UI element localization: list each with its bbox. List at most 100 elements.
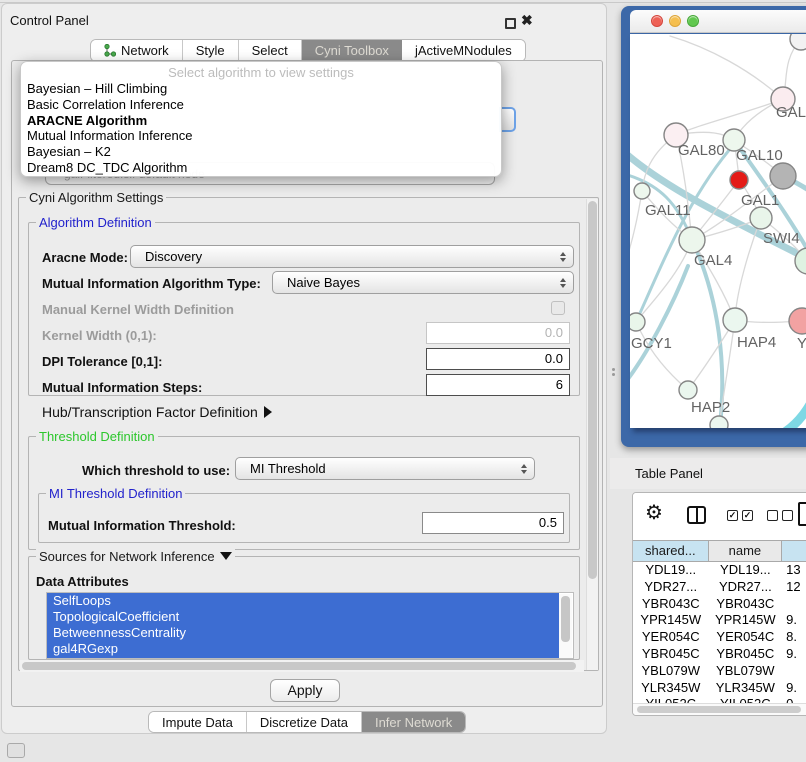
table-row[interactable]: YIL052CYIL052C0. (633, 696, 806, 703)
close-icon[interactable]: ✖ (521, 12, 533, 29)
tab-label: jActiveMNodules (415, 43, 512, 58)
gear-icon[interactable]: ⚙ (645, 503, 663, 523)
column-header-shared-[interactable]: shared... (633, 541, 709, 561)
mi-type-combo[interactable]: Naive Bayes (272, 271, 574, 294)
algorithm-option[interactable]: Mutual Information Inference (21, 128, 501, 144)
network-node-node-pink-right[interactable] (789, 308, 806, 334)
hub-definition-toggle[interactable]: Hub/Transcription Factor Definition (42, 404, 272, 420)
sources-group-title[interactable]: Sources for Network Inference (36, 549, 235, 564)
settings-vertical-scrollbar-thumb[interactable] (588, 201, 597, 579)
network-canvas[interactable]: GALGAL80GAL10GAL11GAL1SWI4GAL4GCY1HAP4YH… (630, 34, 806, 428)
table-scrollbar-thumb[interactable] (637, 706, 801, 713)
panel-divider-handle[interactable] (612, 366, 616, 378)
node-label-gal4: GAL4 (694, 252, 732, 269)
panel-title: Control Panel (10, 13, 89, 28)
network-edge[interactable] (670, 36, 783, 99)
select-all-icon[interactable]: ✓✓ (727, 510, 753, 521)
tab-network[interactable]: Network (91, 40, 183, 61)
tab-discretize-data[interactable]: Discretize Data (247, 712, 362, 732)
tab-style[interactable]: Style (183, 40, 239, 61)
mi-threshold-label: Mutual Information Threshold: (48, 518, 236, 533)
network-window-titlebar[interactable] (630, 10, 806, 33)
table-row[interactable]: YPR145WYPR145W9. (633, 612, 806, 629)
kernel-width-field[interactable]: 0.0 (426, 322, 570, 344)
network-node-gal11[interactable] (634, 183, 650, 199)
tab-cyni-toolbox[interactable]: Cyni Toolbox (302, 40, 402, 61)
table-cell (782, 663, 806, 680)
algorithm-option[interactable]: ARACNE Algorithm (21, 113, 501, 129)
which-threshold-combo[interactable]: MI Threshold (235, 457, 535, 480)
mi-steps-field[interactable]: 6 (426, 374, 570, 396)
algorithm-option[interactable]: Bayesian – K2 (21, 144, 501, 160)
window-zoom-icon[interactable] (687, 15, 699, 27)
window-close-icon[interactable] (651, 15, 663, 27)
settings-horizontal-scrollbar[interactable] (20, 660, 584, 672)
network-node-hap4[interactable] (723, 308, 747, 332)
node-label-gal: GAL (776, 104, 806, 121)
deselect-all-icon[interactable] (767, 510, 793, 521)
network-node-hap2[interactable] (679, 381, 697, 399)
network-graph: GALGAL80GAL10GAL11GAL1SWI4GAL4GCY1HAP4YH… (630, 34, 806, 428)
table-toolbar: ⚙ ✓✓ (633, 493, 806, 540)
attributes-scrollbar[interactable] (559, 594, 572, 658)
table-row[interactable]: YDL19...YDL19...13 (633, 562, 806, 579)
table-cell: YLR345W (709, 680, 783, 697)
panel-grip-icon[interactable] (7, 743, 25, 758)
export-table-icon[interactable] (798, 502, 806, 526)
column-header-cut[interactable] (782, 541, 806, 561)
node-label-gal10: GAL10 (736, 147, 783, 164)
node-label-hap2: HAP2 (691, 399, 730, 416)
mi-threshold-field[interactable]: 0.5 (422, 512, 564, 534)
table-horizontal-scrollbar[interactable] (633, 703, 806, 715)
tab-label: Select (252, 43, 288, 58)
algorithm-option[interactable]: Bayesian – Hill Climbing (21, 81, 501, 97)
expand-right-icon (264, 406, 272, 418)
network-node-gal1[interactable] (750, 207, 772, 229)
network-node-node-gray[interactable] (770, 163, 796, 189)
table-row[interactable]: YDR27...YDR27...12 (633, 579, 806, 596)
table-row[interactable]: YLR345WYLR345W9. (633, 680, 806, 697)
column-header-name[interactable]: name (709, 541, 783, 561)
network-edge[interactable] (778, 382, 806, 428)
apply-button[interactable]: Apply (270, 679, 340, 702)
mi-type-label: Mutual Information Algorithm Type: (42, 276, 261, 291)
network-node-node-red[interactable] (730, 171, 748, 189)
network-node-node-bottom[interactable] (710, 416, 728, 428)
window-minimize-icon[interactable] (669, 15, 681, 27)
attribute-item[interactable]: SelfLoops (47, 593, 559, 609)
tab-select[interactable]: Select (239, 40, 302, 61)
table-row[interactable]: YBR045CYBR045C9. (633, 646, 806, 663)
columns-icon[interactable] (687, 506, 706, 524)
which-threshold-value: MI Threshold (236, 461, 518, 476)
manual-kernel-checkbox[interactable] (551, 301, 565, 315)
table-cell: 9. (782, 612, 806, 629)
table-row[interactable]: YBR043CYBR043C (633, 596, 806, 613)
network-node-gcy1[interactable] (630, 313, 645, 331)
data-attributes-selection: SelfLoopsTopologicalCoefficientBetweenne… (47, 593, 559, 658)
data-attributes-list[interactable]: SelfLoopsTopologicalCoefficientBetweenne… (46, 592, 574, 659)
algorithm-option[interactable]: Dream8 DC_TDC Algorithm (21, 160, 501, 176)
table-row[interactable]: YBL079WYBL079W (633, 663, 806, 680)
settings-vertical-scrollbar[interactable] (586, 199, 598, 670)
tab-jactivemnodules[interactable]: jActiveMNodules (402, 40, 525, 61)
attribute-item[interactable]: BetweennessCentrality (47, 625, 559, 641)
node-label-swi4: SWI4 (763, 230, 800, 247)
network-node-node-top-right[interactable] (790, 34, 806, 50)
tab-impute-data[interactable]: Impute Data (149, 712, 247, 732)
tab-infer-network[interactable]: Infer Network (362, 712, 465, 732)
dpi-tolerance-field[interactable]: 0.0 (426, 348, 570, 370)
tab-label: Network (121, 43, 169, 58)
settings-horizontal-scrollbar-thumb[interactable] (22, 662, 576, 670)
attribute-item[interactable]: gal4RGexp (47, 641, 559, 657)
aracne-mode-combo[interactable]: Discovery (130, 245, 574, 268)
cyni-algorithm-settings-title: Cyni Algorithm Settings (26, 190, 166, 205)
float-icon[interactable] (505, 18, 516, 29)
attribute-item[interactable]: TopologicalCoefficient (47, 609, 559, 625)
attributes-scrollbar-thumb[interactable] (561, 596, 570, 642)
network-edge[interactable] (630, 191, 642, 266)
table-row[interactable]: YER054CYER054C8. (633, 629, 806, 646)
manual-kernel-label: Manual Kernel Width Definition (42, 302, 234, 317)
table-cell: YDR27... (709, 579, 783, 596)
algorithm-option[interactable]: Basic Correlation Inference (21, 97, 501, 113)
network-node-gal4[interactable] (679, 227, 705, 253)
